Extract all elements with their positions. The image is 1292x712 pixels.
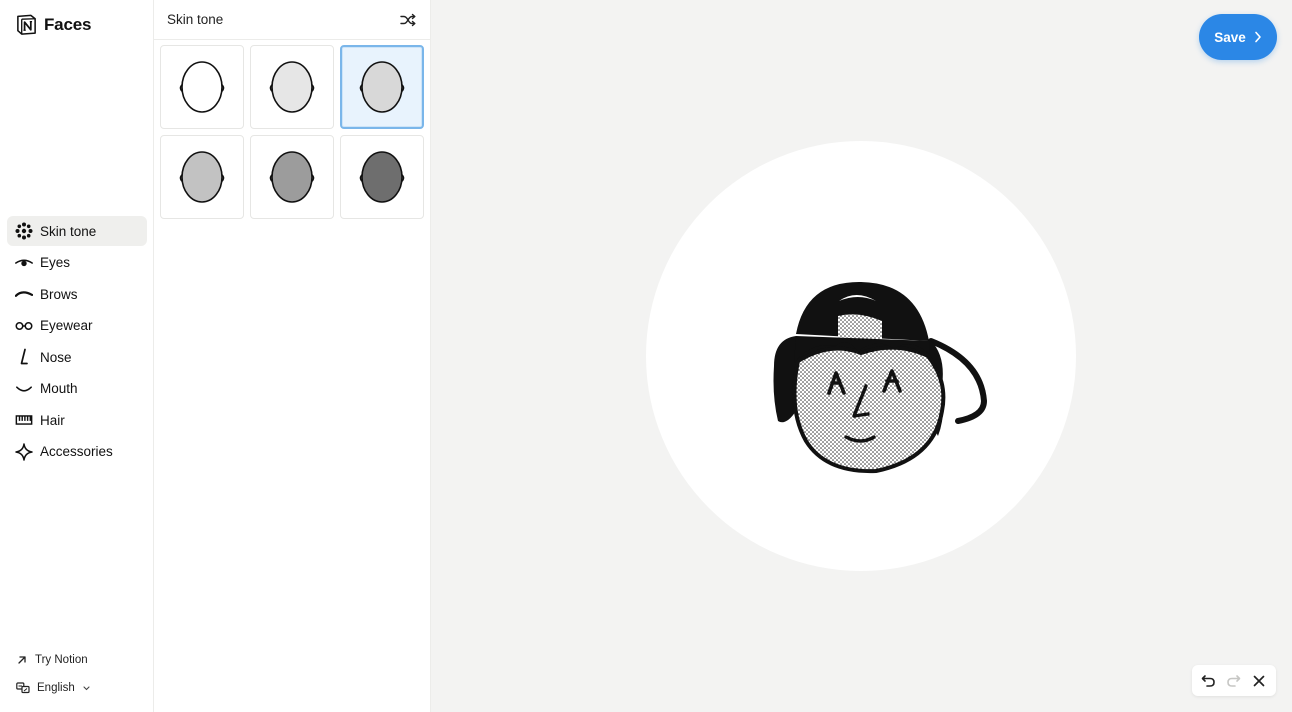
sidebar-item-label: Accessories — [40, 444, 113, 459]
sidebar-item-label: Brows — [40, 286, 78, 302]
app-name: Faces — [44, 14, 92, 34]
sidebar-item-label: Mouth — [40, 381, 78, 396]
language-label: English — [37, 682, 75, 694]
head-shape-icon — [269, 61, 315, 113]
options-panel: Skin tone — [154, 0, 431, 712]
undo-button[interactable] — [1199, 671, 1219, 691]
sidebar-item-mouth[interactable]: Mouth — [7, 374, 147, 404]
notion-logo-icon — [17, 14, 36, 35]
language-selector[interactable]: English — [16, 682, 91, 694]
sidebar-item-label: Hair — [40, 412, 65, 428]
close-icon — [1253, 675, 1265, 686]
sidebar: Faces Skin tone Eyes Brows Eyewear Nose … — [0, 0, 154, 712]
avatar-preview — [646, 141, 1076, 571]
skin-tone-option[interactable] — [250, 135, 334, 219]
panel-title: Skin tone — [167, 12, 224, 27]
try-notion-link[interactable]: Try Notion — [16, 654, 88, 666]
sidebar-item-eyewear[interactable]: Eyewear — [7, 311, 147, 341]
palette-dots-icon — [15, 222, 33, 240]
comb-icon — [15, 411, 33, 429]
panel-header: Skin tone — [154, 0, 430, 40]
sidebar-item-eyes[interactable]: Eyes — [7, 248, 147, 278]
feature-menu: Skin tone Eyes Brows Eyewear Nose Mouth … — [7, 216, 147, 468]
sidebar-item-nose[interactable]: Nose — [7, 342, 147, 372]
sidebar-item-brows[interactable]: Brows — [7, 279, 147, 309]
close-button[interactable] — [1249, 671, 1269, 691]
head-shape-icon — [269, 151, 315, 203]
preview-canvas: Save — [431, 0, 1292, 712]
head-shape-icon — [179, 151, 225, 203]
eye-icon — [15, 254, 33, 272]
save-label: Save — [1214, 29, 1246, 45]
glasses-icon — [15, 317, 33, 335]
head-shape-icon — [359, 151, 405, 203]
sidebar-item-label: Skin tone — [40, 223, 97, 239]
try-notion-label: Try Notion — [35, 654, 88, 666]
skin-tone-option[interactable] — [160, 135, 244, 219]
sidebar-item-hair[interactable]: Hair — [7, 405, 147, 435]
sidebar-item-label: Eyes — [40, 255, 71, 270]
redo-icon — [1227, 674, 1241, 687]
sidebar-item-label: Nose — [40, 349, 72, 365]
skin-tone-option[interactable] — [340, 135, 424, 219]
skin-tone-option[interactable] — [160, 45, 244, 129]
shuffle-button[interactable] — [399, 11, 417, 29]
skin-tone-option[interactable] — [250, 45, 334, 129]
mouth-icon — [15, 380, 33, 398]
translate-icon — [16, 682, 30, 694]
brow-icon — [15, 285, 33, 303]
skin-tone-grid — [160, 45, 424, 219]
sidebar-item-accessories[interactable]: Accessories — [7, 437, 147, 467]
face-illustration — [773, 281, 988, 474]
arrow-up-right-icon — [18, 656, 26, 664]
nose-icon — [15, 348, 33, 366]
skin-tone-option[interactable] — [340, 45, 424, 129]
head-shape-icon — [359, 61, 405, 113]
chevron-down-icon — [83, 685, 90, 690]
head-shape-icon — [179, 61, 225, 113]
brand[interactable]: Faces — [15, 13, 91, 36]
sidebar-item-label: Eyewear — [40, 318, 93, 333]
redo-button[interactable] — [1224, 671, 1244, 691]
sparkle-icon — [15, 442, 33, 461]
chevron-right-icon — [1254, 31, 1261, 43]
sidebar-item-skin-tone[interactable]: Skin tone — [7, 216, 147, 246]
undo-icon — [1201, 674, 1215, 687]
history-toolbar — [1192, 665, 1276, 696]
shuffle-icon — [400, 13, 416, 26]
save-button[interactable]: Save — [1199, 14, 1277, 60]
